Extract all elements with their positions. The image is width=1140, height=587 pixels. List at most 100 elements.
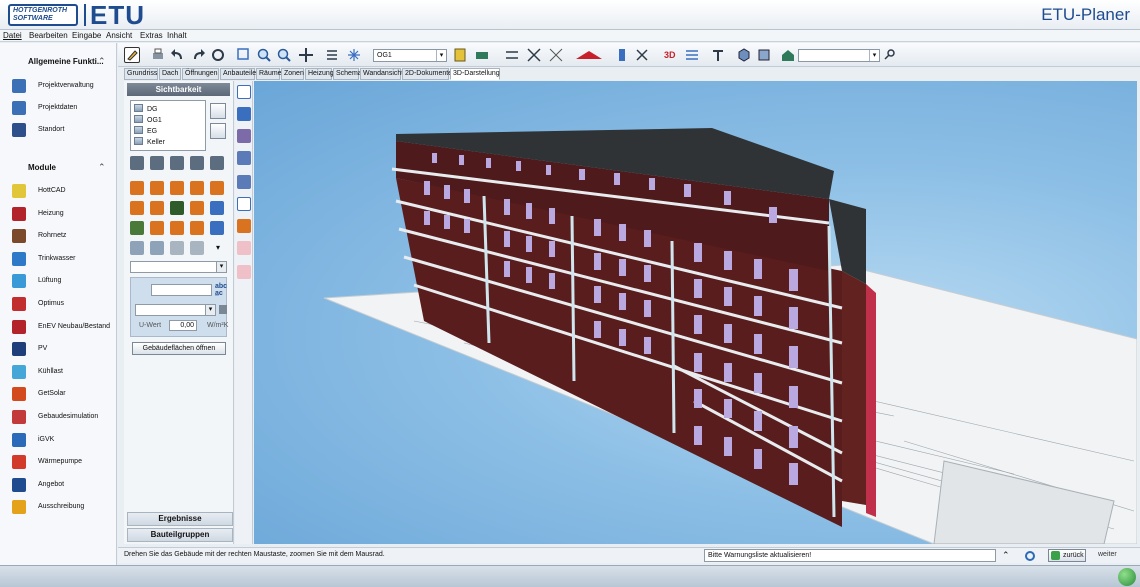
menu-extras[interactable]: Extras [140, 31, 163, 40]
sidebar-item-pv[interactable]: PV [12, 342, 112, 358]
tab-2d-dokumente[interactable]: 2D-Dokumente [402, 68, 452, 80]
edit-component-icon[interactable] [219, 305, 227, 314]
house-view-icon[interactable] [780, 47, 796, 63]
sidebar-item-optimus[interactable]: Optimus [12, 297, 112, 313]
more-icon[interactable]: ▾ [216, 243, 220, 252]
zoom-window-icon[interactable] [236, 47, 252, 63]
heater-icon[interactable] [210, 201, 224, 215]
wall-corner-icon[interactable] [150, 181, 164, 195]
floor-list-icon[interactable] [452, 47, 468, 63]
menu-eingabe[interactable]: Eingabe [72, 31, 101, 40]
spellcheck-icon[interactable]: abc a̲c [215, 283, 227, 297]
tab-3d-darstellung[interactable]: 3D-Darstellung [450, 68, 500, 80]
redo-icon[interactable] [190, 47, 206, 63]
refresh-view-icon[interactable] [210, 47, 226, 63]
sidebar-item-angebot[interactable]: Angebot [12, 477, 112, 494]
refresh-icon[interactable] [1024, 550, 1036, 562]
transform-icon[interactable] [634, 47, 650, 63]
zoom-out-icon[interactable] [276, 47, 292, 63]
sidebar-item-wärmepumpe[interactable]: Wärmepumpe [12, 455, 112, 471]
ceiling-icon[interactable] [150, 201, 164, 215]
3d-viewport[interactable] [254, 81, 1137, 544]
radiator-icon[interactable] [210, 221, 224, 235]
wall-end-icon[interactable] [210, 181, 224, 195]
floor-item-eg[interactable]: EG [134, 126, 157, 137]
measure-icon[interactable] [548, 47, 564, 63]
settings-icon[interactable] [710, 47, 726, 63]
globe-icon[interactable] [1118, 568, 1136, 586]
box-icon[interactable] [756, 47, 772, 63]
select-all-icon[interactable] [210, 103, 226, 119]
select-none-icon[interactable] [210, 123, 226, 139]
search-combo[interactable]: ▾ [798, 49, 880, 62]
collapse-general-icon[interactable]: ⌃ [98, 56, 106, 67]
collapse-modules-icon[interactable]: ⌃ [98, 162, 106, 173]
next-button[interactable]: weiter [1092, 549, 1136, 562]
stairs-icon[interactable] [190, 201, 204, 215]
door-icon[interactable] [150, 221, 164, 235]
window-icon[interactable] [170, 201, 184, 215]
undo-icon[interactable] [170, 47, 186, 63]
floor-item-og1[interactable]: OG1 [134, 115, 162, 126]
floor-combo[interactable]: OG1 ▾ [373, 49, 447, 62]
rotate-icon[interactable] [237, 107, 251, 121]
roof-type-icon[interactable] [210, 156, 224, 170]
sidebar-item-gebaudesimulation[interactable]: Gebaudesimulation [12, 410, 112, 426]
menu-inhalt[interactable]: Inhalt [167, 31, 187, 40]
uwert-value[interactable]: 0,00 [169, 320, 197, 331]
block-icon[interactable] [150, 241, 164, 255]
tab-grundriss[interactable]: Grundriss [124, 68, 158, 80]
print-icon[interactable] [237, 265, 251, 279]
collapse-up-icon[interactable]: ⌃ [1002, 550, 1014, 562]
warning-field[interactable]: Bitte Warnungsliste aktualisieren! [704, 549, 996, 562]
marker-icon[interactable] [614, 47, 630, 63]
dimension-icon[interactable] [504, 47, 520, 63]
export-icon[interactable] [237, 197, 251, 211]
snap-icon[interactable] [346, 47, 362, 63]
3d-options-icon[interactable] [684, 47, 700, 63]
visibility-header[interactable]: Sichtbarkeit [127, 83, 230, 96]
tab-wandansicht[interactable]: Wandansicht [360, 68, 403, 80]
tab-räume[interactable]: Räume [256, 68, 282, 80]
roof-type-icon[interactable] [150, 156, 164, 170]
cube-view-icon[interactable] [237, 129, 251, 143]
grid-snap-icon[interactable] [526, 47, 542, 63]
sidebar-item-rohrnetz[interactable]: Rohrnetz [12, 229, 112, 245]
results-button[interactable]: Ergebnisse [127, 512, 233, 526]
print-preview-icon[interactable] [237, 241, 251, 255]
roof-tool-icon[interactable] [574, 47, 604, 63]
roof-type-icon[interactable] [170, 156, 184, 170]
sidebar-item-projektverwaltung[interactable]: Projektverwaltung [12, 79, 112, 95]
floor-item-dg[interactable]: DG [134, 104, 158, 115]
column-icon[interactable] [190, 221, 204, 235]
element-type-select[interactable]: ▾ [130, 261, 227, 273]
pencil-icon[interactable] [124, 47, 140, 63]
sidebar-section-modules[interactable]: Module [28, 163, 56, 172]
3d-view-icon[interactable]: 3D [664, 47, 684, 63]
tab-anbauteile[interactable]: Anbauteile [220, 68, 256, 80]
tab-schema[interactable]: Schema [333, 68, 362, 80]
opening-icon[interactable] [170, 221, 184, 235]
sidebar-item-projektdaten[interactable]: Projektdaten [12, 101, 112, 117]
floor-slab-icon[interactable] [130, 201, 144, 215]
room-icon[interactable] [130, 221, 144, 235]
sidebar-item-ausschreibung[interactable]: Ausschreibung [12, 500, 112, 516]
sidebar-item-igvk[interactable]: iGVK [12, 432, 112, 449]
tab-öffnungen[interactable]: Öffnungen [182, 68, 219, 80]
list-icon[interactable] [324, 47, 340, 63]
menu-ansicht[interactable]: Ansicht [106, 31, 132, 40]
tab-zonen[interactable]: Zonen [281, 68, 304, 80]
sidebar-item-enev-neubau-bestand[interactable]: EnEV Neubau/Bestand [12, 319, 112, 336]
erase-icon[interactable] [237, 219, 251, 233]
print-icon[interactable] [150, 47, 166, 63]
name-input[interactable] [151, 284, 212, 296]
sidebar-item-getsolar[interactable]: GetSolar [12, 387, 112, 403]
cube-section-icon[interactable] [237, 151, 251, 165]
tab-heizung[interactable]: Heizung [305, 68, 334, 80]
menu-bearbeiten[interactable]: Bearbeiten [29, 31, 68, 40]
zoom-in-icon[interactable] [256, 47, 272, 63]
sidebar-item-lüftung[interactable]: Lüftung [12, 274, 112, 290]
tab-dach[interactable]: Dach [159, 68, 181, 80]
wall-section-icon[interactable] [237, 175, 251, 189]
wall-segment-icon[interactable] [190, 181, 204, 195]
